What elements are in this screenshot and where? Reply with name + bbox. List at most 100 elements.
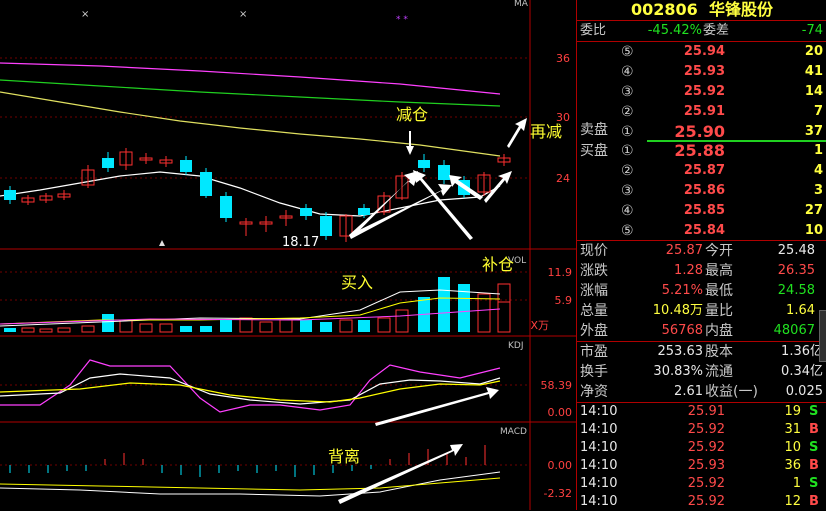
candle-body <box>438 165 450 180</box>
tick-row[interactable]: 14:10 25.92 12 B <box>577 493 826 511</box>
bid-row-3[interactable]: ③ 25.86 3 <box>577 181 826 201</box>
vol-tick-high: 11.9 <box>548 266 573 279</box>
tick-time: 14:10 <box>580 404 618 419</box>
quote-label: 内盘 <box>705 323 733 339</box>
tick-side: S <box>809 404 819 419</box>
quote-value: 1.64 <box>786 303 815 318</box>
tick-row[interactable]: 14:10 25.92 31 B <box>577 421 826 439</box>
fundamental-row: 净资 2.61 收益(一) 0.025 <box>577 382 826 402</box>
quote-row: 外盘 56768 内盘 48067 <box>577 321 826 341</box>
quote-row: 总量 10.48万 量比 1.64 <box>577 301 826 321</box>
quote-label: 现价 <box>580 243 608 259</box>
volume-bar <box>4 328 16 332</box>
ma-title: MA <box>514 0 529 9</box>
fund-value: 0.34亿 <box>781 364 823 379</box>
annotation-reduce: 减仓 <box>396 105 428 124</box>
candle-body <box>102 158 114 168</box>
tick-volume: 1 <box>792 476 801 491</box>
quote-label: 最低 <box>705 283 733 299</box>
vol-tick-mid: 5.9 <box>555 294 573 307</box>
ask-level: ① <box>621 124 634 140</box>
tick-side: B <box>809 422 819 437</box>
event-marker: * * <box>396 15 408 25</box>
bid-volume: 4 <box>813 163 823 178</box>
quote-value: 24.58 <box>777 283 815 298</box>
diff-label: 委差 <box>703 23 730 38</box>
bid-row-4[interactable]: ④ 25.85 27 <box>577 201 826 221</box>
bid-level: ⑤ <box>621 223 634 239</box>
macd-title: MACD <box>500 427 527 437</box>
quote-label: 涨幅 <box>580 283 608 299</box>
fund-value: 30.83% <box>653 364 703 379</box>
tick-row[interactable]: 14:10 25.93 36 B <box>577 457 826 475</box>
ask-volume: 37 <box>804 124 823 139</box>
bid-price: 25.85 <box>683 203 725 218</box>
tick-price: 25.92 <box>687 494 725 509</box>
quote-label: 涨跌 <box>580 263 608 279</box>
ask-volume: 14 <box>804 84 823 99</box>
tick-time: 14:10 <box>580 422 618 437</box>
bid-row-5[interactable]: ⑤ 25.84 10 <box>577 221 826 241</box>
tick-price: 25.92 <box>687 476 725 491</box>
stock-code: 002806 <box>631 0 698 19</box>
bid-volume: 1 <box>813 143 823 158</box>
quote-label: 总量 <box>580 303 608 319</box>
tick-row[interactable]: 14:10 25.92 10 S <box>577 439 826 457</box>
tick-row[interactable]: 14:10 25.91 19 S <box>577 403 826 421</box>
fund-value: 253.63 <box>657 344 704 359</box>
sell-side-label: 卖盘 <box>580 122 608 138</box>
ask-row-3[interactable]: ③ 25.92 14 <box>577 82 826 102</box>
ask-volume: 20 <box>804 44 823 59</box>
tick-price: 25.92 <box>687 422 725 437</box>
kline-chart[interactable]: 36 30 24 11.9 5.9 X万 58.39 0.00 0.00 -2.… <box>0 0 576 510</box>
ask-row-1[interactable]: ① 25.90 37 <box>577 122 826 142</box>
tick-time: 14:10 <box>580 440 618 455</box>
bid-row-1[interactable]: ① 25.88 1 <box>577 141 826 161</box>
ask-row-2[interactable]: ② 25.91 7 <box>577 102 826 122</box>
candle-body <box>4 190 16 200</box>
fund-label: 市盈 <box>580 344 608 360</box>
candle-body <box>200 172 212 196</box>
ask-row-5[interactable]: ⑤ 25.94 20 <box>577 42 826 62</box>
volume-bar <box>358 320 370 332</box>
stock-name: 华锋股份 <box>708 0 773 19</box>
ratio-value: -45.42% <box>647 23 702 38</box>
volume-bar <box>180 326 192 332</box>
bid-volume: 27 <box>804 203 823 218</box>
volume-bar <box>320 322 332 332</box>
volume-bar <box>200 326 212 332</box>
ask-level: ② <box>621 104 634 120</box>
ask-price: 25.93 <box>683 64 725 79</box>
bid-price: 25.86 <box>683 183 725 198</box>
tick-time: 14:10 <box>580 494 618 509</box>
volume-bar <box>438 277 450 332</box>
quote-value: 56768 <box>661 323 703 338</box>
tick-volume: 31 <box>784 422 801 437</box>
stock-header: 002806 华锋股份 <box>577 0 826 20</box>
quote-label: 量比 <box>705 303 733 319</box>
tick-side: B <box>809 458 819 473</box>
tick-volume: 12 <box>784 494 801 509</box>
tick-side: S <box>809 476 819 491</box>
ask-price: 25.94 <box>683 44 725 59</box>
fund-value: 1.36亿 <box>781 344 823 359</box>
fundamental-row: 市盈 253.63 股本 1.36亿 <box>577 342 826 362</box>
ask-level: ④ <box>621 64 634 80</box>
volume-bar <box>220 320 232 332</box>
scrollbar[interactable] <box>819 310 826 362</box>
fund-label: 收益(一) <box>705 384 758 400</box>
tick-row[interactable]: 14:10 25.92 1 S <box>577 475 826 493</box>
fund-value: 2.61 <box>674 384 703 399</box>
annotation-add: 补仓 <box>482 255 514 274</box>
bid-row-2[interactable]: ② 25.87 4 <box>577 161 826 181</box>
bid-level: ③ <box>621 183 634 199</box>
bid-level: ② <box>621 163 634 179</box>
volume-bar <box>300 320 312 332</box>
candle-body <box>180 160 192 172</box>
ask-volume: 7 <box>813 104 823 119</box>
kdj-title: KDJ <box>508 341 524 351</box>
ask-row-4[interactable]: ④ 25.93 41 <box>577 62 826 82</box>
quote-value: 25.87 <box>665 243 703 258</box>
bid-price: 25.84 <box>683 223 725 238</box>
candle-body <box>320 216 332 236</box>
